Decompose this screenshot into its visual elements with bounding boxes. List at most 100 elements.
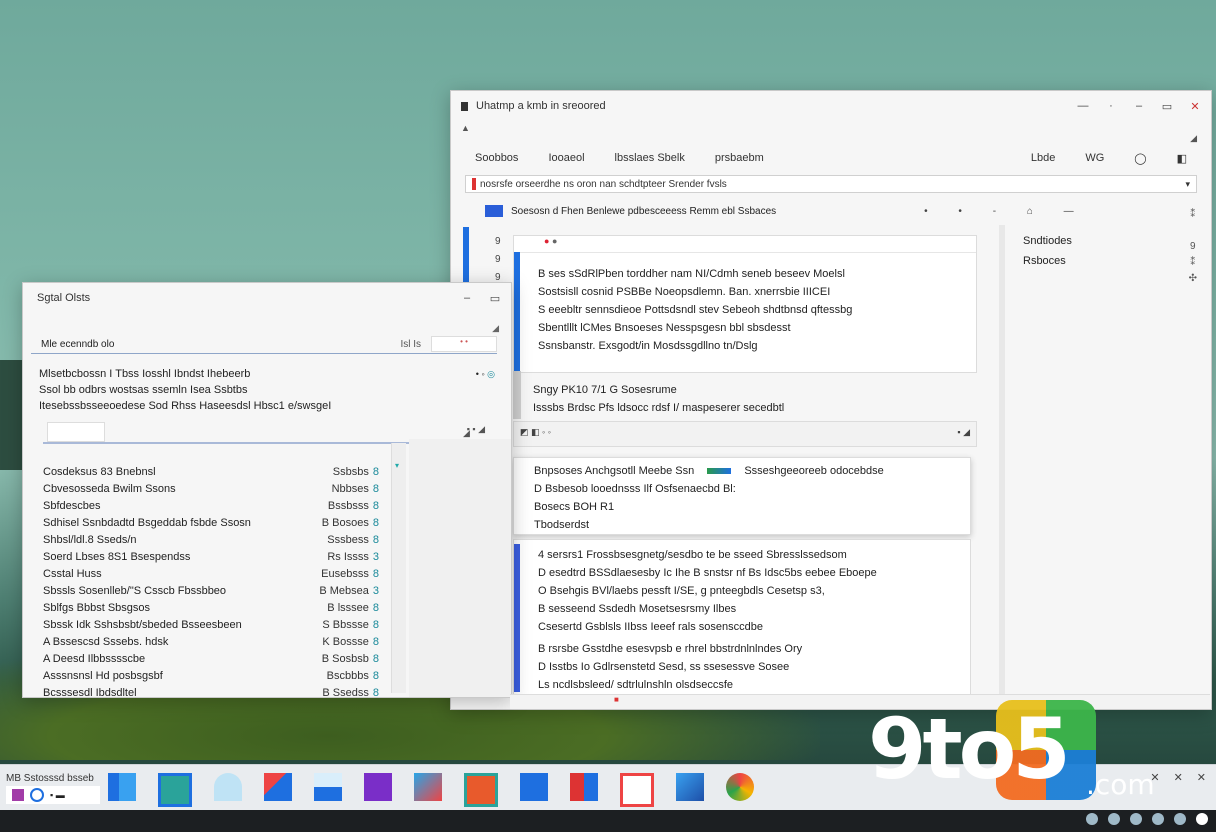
lower-panel[interactable]: 4 sersrs1 Frossbsesgnetg/sesdbo te be ss…: [513, 539, 971, 695]
table-row[interactable]: Cosdeksus 83 Bnebnsl Ssbsbs 8: [43, 463, 379, 480]
address-bar[interactable]: nosrsfe orseerdhe ns oron nan schdtpteer…: [465, 175, 1197, 193]
lower-line: B rsrsbe Gsstdhe esesvpsb e rhrel bbstrd…: [538, 643, 803, 655]
menu-item-right-0[interactable]: Lbde: [1031, 152, 1055, 165]
minimize-button[interactable]: –: [461, 292, 473, 305]
head-line: Ssol bb odbrs wostsas ssemln Isea Ssbtbs: [39, 384, 248, 396]
chevron-down-icon[interactable]: ▾: [1185, 179, 1190, 190]
toolbar-actions[interactable]: • • - ⌂ —: [924, 206, 1088, 217]
popup-line[interactable]: Tbodserdst: [534, 516, 950, 534]
taskbar-label: MB Sstosssd bsseb: [6, 772, 94, 784]
text-line: S eeebltr sennsdieoe Pottsdsndl stev Seb…: [538, 304, 853, 316]
table-row[interactable]: Cbvesosseda Bwilm Ssons Nbbses 8: [43, 480, 379, 497]
popup-menu[interactable]: Bnpsoses Anchgsotll Meebe Ssn Ssseshgeeo…: [513, 457, 971, 535]
store-icon[interactable]: [158, 773, 192, 807]
table-row[interactable]: Sbssk Idk Sshsbsbt/sbeded Bsseesbeen S Bb…: [43, 616, 379, 633]
side-item[interactable]: Rsboces: [1023, 251, 1072, 271]
list-tab[interactable]: [47, 422, 105, 442]
folder-icon[interactable]: [485, 205, 503, 217]
menu-item-3[interactable]: prsbaebm: [715, 152, 764, 164]
table-row[interactable]: Bcsssesdl Ibdsdltel B Ssedss 8: [43, 684, 379, 701]
table-row[interactable]: Sbfdescbes Bssbsss 8: [43, 497, 379, 514]
pin-icon[interactable]: ◢: [1190, 133, 1197, 144]
front-window[interactable]: Sgtal Olsts – ▭ ◢ Mle ecenndb olo Isl Is…: [22, 282, 512, 701]
sub-panel-actions[interactable]: ▪ ◢: [957, 427, 970, 438]
edge-icon[interactable]: [414, 773, 442, 801]
mail-icon[interactable]: [264, 773, 292, 801]
table-row[interactable]: Sblfgs Bbbst Sbsgsos B lsssee 8: [43, 599, 379, 616]
search-bar[interactable]: Mle ecenndb olo Isl Is • •: [31, 335, 497, 354]
back-window[interactable]: Uhatmp a kmb in sreoored — · – ▭ ✕ ▲ ◢ S…: [450, 90, 1212, 710]
battery-icon[interactable]: [1130, 813, 1142, 825]
search-icon[interactable]: ◯: [1134, 152, 1146, 165]
front-window-title: Sgtal Olsts: [37, 292, 91, 304]
side-item[interactable]: Sndtiodes: [1023, 231, 1072, 251]
menu-item-right-1[interactable]: WG: [1085, 152, 1104, 165]
minimize-icon[interactable]: —: [1077, 100, 1089, 113]
minimize-button[interactable]: –: [1133, 100, 1145, 113]
maximize-button[interactable]: ▭: [1161, 100, 1173, 113]
start-area[interactable]: ▪ ▬: [6, 785, 100, 804]
front-head: Mlsetbcbossn I Tbss Iosshl Ibndst Ihebee…: [23, 354, 511, 414]
sub-panel-icons[interactable]: ◩ ◧ ◦ ◦: [520, 427, 551, 438]
network-icon[interactable]: [1086, 813, 1098, 825]
menu-item-0[interactable]: Soobbos: [475, 152, 518, 164]
cloud-icon[interactable]: [214, 773, 242, 801]
back-arrow-icon[interactable]: ▲: [461, 123, 470, 133]
onenote-icon[interactable]: [364, 773, 392, 801]
outlook-icon[interactable]: [520, 773, 548, 801]
head-line: Mlsetbcbossn I Tbss Iosshl Ibndst Ihebee…: [39, 368, 251, 380]
lower-line: Csesertd Gsblsls IIbss Ieeef rals sosens…: [538, 621, 763, 633]
sub-panel-header: ◩ ◧ ◦ ◦ ▪ ◢: [513, 421, 977, 447]
toolbar-text: Soesosn d Fhen Benlewe pdbesceeess Remm …: [511, 205, 777, 217]
front-window-titlebar[interactable]: Sgtal Olsts – ▭: [23, 283, 511, 313]
table-row[interactable]: A Deesd Ilbbsssscbe B Sosbsb 8: [43, 650, 379, 667]
table-row[interactable]: Asssnsnsl Hd posbsgsbf Bscbbbs 8: [43, 667, 379, 684]
table-row[interactable]: Csstal Huss Eusebsss 8: [43, 565, 379, 582]
table-row[interactable]: Shbsl/ldl.8 Sseds/n Sssbess 8: [43, 531, 379, 548]
weather-icon[interactable]: [676, 773, 704, 801]
file-explorer-icon[interactable]: [108, 773, 136, 801]
menu-item-1[interactable]: Iooaeol: [548, 152, 584, 164]
text-line: Sostsisll cosnid PSBBe Noeopsdlemn. Ban.…: [538, 286, 831, 298]
word-icon[interactable]: [620, 773, 654, 807]
action-center-icon[interactable]: [1196, 813, 1208, 825]
cortana-icon[interactable]: [30, 787, 44, 802]
table-row[interactable]: Sdhisel Ssnbdadtd Bsgeddab fsbde Ssosn B …: [43, 514, 379, 531]
powerpoint-icon[interactable]: [570, 773, 598, 801]
chrome-icon[interactable]: [726, 773, 754, 801]
back-window-title: Uhatmp a kmb in sreoored: [476, 100, 606, 112]
security-icon[interactable]: [1174, 813, 1186, 825]
table-row[interactable]: Sbssls Sosenlleb/"S Csscb Fbssbbeo B Mebs…: [43, 582, 379, 599]
task-view-icon[interactable]: ▪ ▬: [50, 790, 65, 800]
lower-line: 4 sersrs1 Frossbsesgnetg/sesdbo te be ss…: [538, 549, 847, 561]
table-row[interactable]: Soerd Lbses 8S1 Bsespendss Rs Issss 3: [43, 548, 379, 565]
onedrive-icon[interactable]: [1152, 813, 1164, 825]
right-rail-icons[interactable]: ⁑ 9 ⁑ ✣: [1189, 207, 1197, 287]
menu-item-2[interactable]: lbsslaes Sbelk: [615, 152, 685, 164]
start-icon[interactable]: [12, 788, 24, 801]
mid-line: Isssbs Brdsc Pfs ldsocc rdsf I/ maspeser…: [533, 402, 785, 414]
editor-tab-icons[interactable]: ● ●: [514, 236, 976, 253]
vertical-scrollbar[interactable]: [391, 443, 406, 693]
tray-icon[interactable]: ✕: [1174, 771, 1183, 784]
maximize-button[interactable]: ▭: [489, 292, 501, 305]
popup-line[interactable]: D Bsbesob looednsss Ilf Osfsenaecbd Bl:: [534, 480, 950, 498]
taskbar-apps: [108, 773, 754, 807]
tray-icon[interactable]: ✕: [1197, 771, 1206, 784]
info-icons[interactable]: • ◦ ◎: [476, 366, 495, 382]
table-row[interactable]: A Bssescsd Sssebs. hdsk K Bossse 8: [43, 633, 379, 650]
user-icon[interactable]: ◧: [1177, 152, 1187, 165]
photos-icon[interactable]: [314, 773, 342, 801]
resize-icon[interactable]: ◢: [492, 323, 499, 334]
editor-panel[interactable]: ● ● B ses sSdRlPben torddher nam NI/Cdmh…: [513, 235, 977, 373]
close-button[interactable]: ✕: [1189, 100, 1201, 113]
scroll-thumb[interactable]: [513, 371, 521, 419]
volume-icon[interactable]: [1108, 813, 1120, 825]
filter-chip[interactable]: • •: [431, 336, 497, 352]
address-text: nosrsfe orseerdhe ns oron nan schdtpteer…: [480, 178, 727, 190]
popup-line[interactable]: Bosecs BOH R1: [534, 498, 950, 516]
office-icon[interactable]: [464, 773, 498, 807]
back-window-titlebar[interactable]: Uhatmp a kmb in sreoored — · – ▭ ✕: [451, 91, 1211, 121]
search-label: Mle ecenndb olo: [41, 338, 115, 350]
nav-indicator: [463, 227, 469, 283]
